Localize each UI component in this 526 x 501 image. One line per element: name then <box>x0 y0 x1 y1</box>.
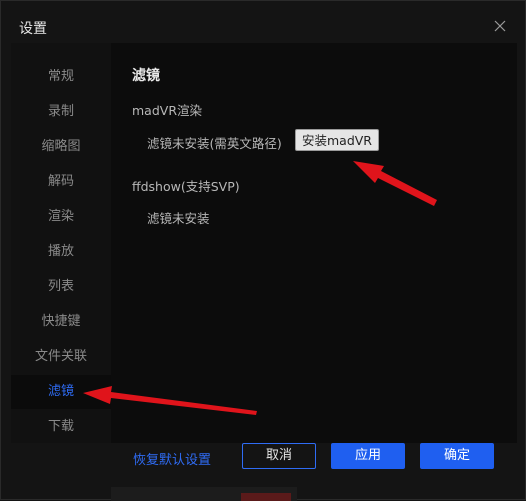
filters-panel: 滤镜 madVR渲染 滤镜未安装(需英文路径) 安装madVR ffdshow(… <box>111 43 517 443</box>
sidebar-item-playback[interactable]: 播放 <box>11 235 111 269</box>
cancel-button[interactable]: 取消 <box>242 443 316 469</box>
sidebar-item-thumbnail[interactable]: 缩略图 <box>11 130 111 164</box>
ffdshow-status: 滤镜未安装 <box>147 211 210 226</box>
dialog-title: 设置 <box>19 21 47 37</box>
settings-sidebar: 常规 录制 缩略图 解码 渲染 播放 列表 快捷键 文件关联 滤镜 下载 <box>11 43 111 443</box>
apply-button[interactable]: 应用 <box>331 443 405 469</box>
close-icon[interactable] <box>491 17 509 35</box>
restore-defaults-link[interactable]: 恢复默认设置 <box>133 449 211 468</box>
section-title: 滤镜 <box>132 68 160 84</box>
sidebar-item-download[interactable]: 下载 <box>11 410 111 444</box>
sidebar-item-file-association[interactable]: 文件关联 <box>11 340 111 374</box>
sidebar-item-filters[interactable]: 滤镜 <box>11 375 111 409</box>
sidebar-item-decode[interactable]: 解码 <box>11 165 111 199</box>
madvr-heading: madVR渲染 <box>132 103 203 118</box>
sidebar-item-hotkeys[interactable]: 快捷键 <box>11 305 111 339</box>
sidebar-item-list[interactable]: 列表 <box>11 270 111 304</box>
madvr-status: 滤镜未安装(需英文路径) <box>147 136 282 151</box>
settings-dialog: 设置 常规 录制 缩略图 解码 渲染 播放 列表 快捷键 文件关联 滤镜 下载 … <box>0 0 526 501</box>
sidebar-item-render[interactable]: 渲染 <box>11 200 111 234</box>
install-madvr-button[interactable]: 安装madVR <box>295 129 379 151</box>
sidebar-item-general[interactable]: 常规 <box>11 60 111 94</box>
ffdshow-heading: ffdshow(支持SVP) <box>132 179 240 194</box>
ok-button[interactable]: 确定 <box>420 443 494 469</box>
sidebar-item-recording[interactable]: 录制 <box>11 95 111 129</box>
